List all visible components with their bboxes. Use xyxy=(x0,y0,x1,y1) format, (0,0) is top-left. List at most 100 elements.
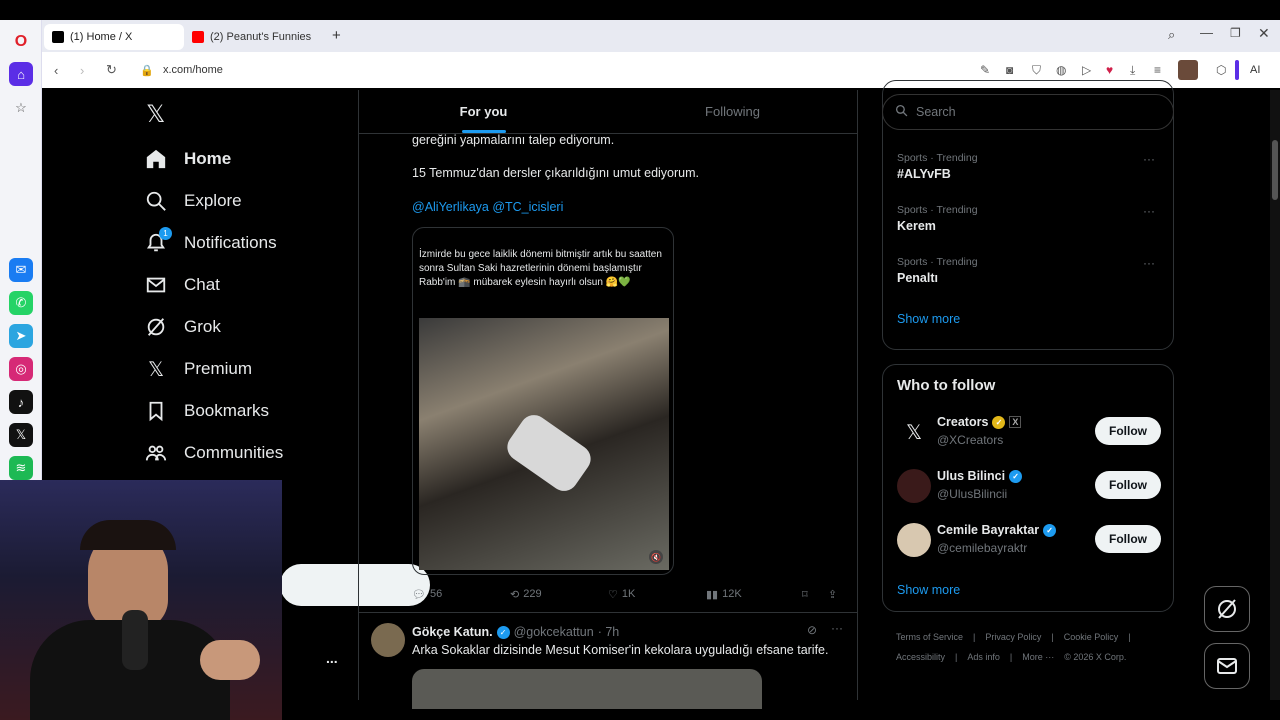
more-icon[interactable]: ··· xyxy=(1143,256,1155,270)
nav-explore[interactable]: Explore xyxy=(144,189,242,213)
trend-name: Kerem xyxy=(897,219,936,233)
shield-icon[interactable]: ⛉ xyxy=(1032,63,1041,78)
tab-following[interactable]: Following xyxy=(608,90,857,133)
quoted-video-thumbnail[interactable]: 🔇 xyxy=(419,318,669,570)
nav-notifications[interactable]: 1 Notifications xyxy=(144,227,277,255)
follow-suggestion[interactable]: Ulus Bilinci ✓ @UlusBilincii Follow xyxy=(897,467,1161,507)
repost-button[interactable]: ⟲ 229 xyxy=(510,588,608,601)
new-tab-button[interactable]: + xyxy=(332,27,341,44)
show-more-link[interactable]: Show more xyxy=(897,312,960,326)
x-icon[interactable]: 𝕏 xyxy=(9,423,33,447)
verified-icon: ✓ xyxy=(1009,469,1023,483)
play-icon[interactable]: ▷ xyxy=(1082,63,1091,77)
tweet-time[interactable]: · 7h xyxy=(598,625,620,639)
nav-grok[interactable]: Grok xyxy=(144,315,221,339)
footer-link[interactable]: Accessibility xyxy=(896,652,945,662)
search-tabs-icon[interactable]: ⌕ xyxy=(1168,27,1175,43)
spotify-icon[interactable]: ≋ xyxy=(9,456,33,480)
grok-fab[interactable] xyxy=(1204,586,1250,632)
footer-link[interactable]: Ads info xyxy=(967,652,1000,662)
edit-icon[interactable]: ✎ xyxy=(980,63,990,77)
more-options-icon[interactable]: ... xyxy=(326,650,338,666)
scrollbar-thumb[interactable] xyxy=(1272,140,1278,200)
follow-name[interactable]: Cemile Bayraktar xyxy=(937,523,1039,537)
grok-icon[interactable]: ⊘ xyxy=(807,623,817,637)
heart-icon[interactable]: ♥ xyxy=(1106,63,1113,77)
page-scrollbar[interactable] xyxy=(1270,90,1280,700)
trend-item[interactable]: Sports · Trending Penaltı ··· xyxy=(897,256,1161,285)
home-icon[interactable]: ⌂ xyxy=(9,62,33,86)
tab-youtube[interactable]: (2) Peanut's Funniest Mom xyxy=(184,24,319,50)
avatar[interactable] xyxy=(371,623,405,657)
tweet-media[interactable] xyxy=(412,669,762,709)
more-icon[interactable]: ··· xyxy=(1143,204,1155,218)
camera-icon[interactable]: ◙ xyxy=(1006,63,1013,77)
whatsapp-icon[interactable]: ✆ xyxy=(9,291,33,315)
close-button[interactable]: ✕ xyxy=(1258,25,1270,42)
follow-name[interactable]: Ulus Bilinci xyxy=(937,469,1005,483)
repost-icon: ⟲ xyxy=(510,588,520,601)
tweet-mentions[interactable]: @AliYerlikaya @TC_icisleri xyxy=(412,200,563,214)
follow-button[interactable]: Follow xyxy=(1095,525,1161,553)
nav-home[interactable]: Home xyxy=(144,147,231,171)
follow-button[interactable]: Follow xyxy=(1095,471,1161,499)
url-field[interactable]: x.com/home xyxy=(163,64,223,76)
telegram-icon[interactable]: ➤ xyxy=(9,324,33,348)
footer-link[interactable]: Privacy Policy xyxy=(985,632,1041,642)
ai-button[interactable]: AI xyxy=(1250,64,1260,76)
minimize-button[interactable]: — xyxy=(1200,25,1213,40)
bookmark-button[interactable]: ⌑ xyxy=(802,588,828,601)
trend-item[interactable]: Sports · Trending Kerem ··· xyxy=(897,204,1161,233)
nav-chat[interactable]: Chat xyxy=(144,273,220,297)
avatar[interactable] xyxy=(897,469,931,503)
star-icon[interactable]: ☆ xyxy=(9,96,33,120)
tab-for-you[interactable]: For you xyxy=(359,90,608,133)
menu-icon[interactable]: ≡ xyxy=(1154,63,1161,77)
profile-avatar[interactable] xyxy=(1178,60,1198,80)
reload-icon[interactable]: ↻ xyxy=(106,62,117,78)
messenger-icon[interactable]: ✉ xyxy=(9,258,33,282)
messages-fab[interactable] xyxy=(1204,643,1250,689)
back-icon[interactable]: ‹ xyxy=(54,63,58,78)
tab-x-home[interactable]: (1) Home / X xyxy=(44,24,184,50)
footer-link[interactable]: Terms of Service xyxy=(896,632,963,642)
search-input[interactable]: Search xyxy=(882,94,1174,130)
instagram-icon[interactable]: ◎ xyxy=(9,357,33,381)
forward-icon[interactable]: › xyxy=(80,63,84,78)
tiktok-icon[interactable]: ♪ xyxy=(9,390,33,414)
opera-logo-icon[interactable]: O xyxy=(9,30,33,54)
follow-handle[interactable]: @XCreators xyxy=(937,433,1003,447)
maximize-button[interactable]: ❐ xyxy=(1230,26,1241,40)
nav-bookmarks[interactable]: Bookmarks xyxy=(144,399,269,423)
follow-handle[interactable]: @UlusBilincii xyxy=(937,487,1007,501)
follow-suggestion[interactable]: 𝕏 Creators ✓ X @XCreators Follow xyxy=(897,413,1161,453)
follow-button[interactable]: Follow xyxy=(1095,417,1161,445)
reply-button[interactable]: 💬︎ 56 xyxy=(412,588,510,601)
verified-gold-icon: ✓ xyxy=(992,415,1006,429)
more-icon[interactable]: ··· xyxy=(831,621,843,635)
trend-item[interactable]: Sports · Trending #ALYvFB ··· xyxy=(897,152,1161,181)
footer-link[interactable]: More ··· xyxy=(1022,652,1054,662)
nav-premium[interactable]: 𝕏 Premium xyxy=(144,357,252,381)
download-icon[interactable]: ⤓ xyxy=(1130,63,1135,78)
mute-icon[interactable]: 🔇 xyxy=(649,550,663,564)
x-logo-icon[interactable]: 𝕏 xyxy=(146,100,165,128)
follow-name[interactable]: Creators xyxy=(937,415,988,429)
footer-link[interactable]: Cookie Policy xyxy=(1064,632,1119,642)
quoted-tweet[interactable]: İzmirde bu gece laiklik dönemi bitmiştir… xyxy=(412,227,674,575)
follow-handle[interactable]: @cemilebayraktr xyxy=(937,541,1027,555)
author-handle[interactable]: @gokcekattun xyxy=(514,625,594,639)
share-button[interactable]: ⇪ xyxy=(828,588,837,601)
more-icon[interactable]: ··· xyxy=(1143,152,1155,166)
x-avatar-icon[interactable]: 𝕏 xyxy=(897,415,931,449)
follow-suggestion[interactable]: Cemile Bayraktar ✓ @cemilebayraktr Follow xyxy=(897,521,1161,561)
nav-communities[interactable]: Communities xyxy=(144,441,283,465)
tweet-2[interactable]: Gökçe Katun. ✓ @gokcekattun · 7h ⊘ ··· A… xyxy=(359,612,857,709)
like-button[interactable]: ♡ 1K xyxy=(608,588,706,601)
show-more-link[interactable]: Show more xyxy=(897,583,960,597)
box-icon[interactable]: ⬡ xyxy=(1216,63,1226,77)
vpn-icon[interactable]: ◍ xyxy=(1056,63,1066,77)
author-name[interactable]: Gökçe Katun. xyxy=(412,625,493,639)
views-button[interactable]: ▮▮ 12K xyxy=(706,588,802,601)
avatar[interactable] xyxy=(897,523,931,557)
